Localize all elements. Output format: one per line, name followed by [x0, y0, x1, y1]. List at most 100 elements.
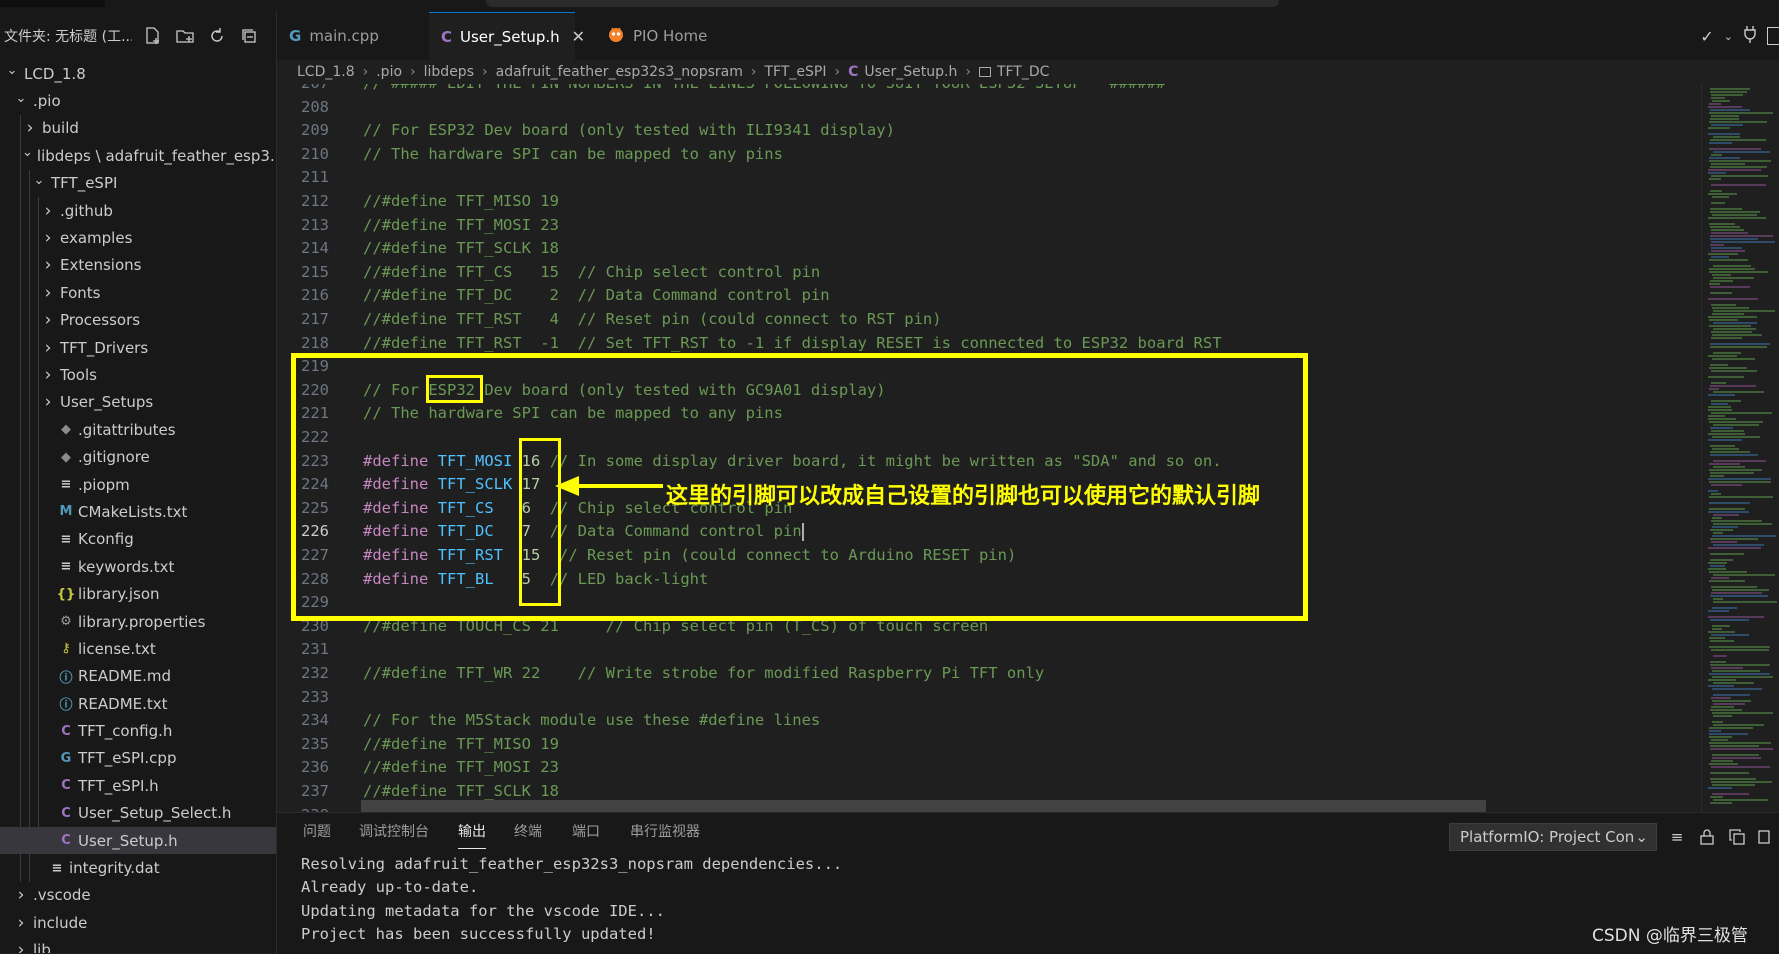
minimap-line [1712, 721, 1723, 723]
tree-item[interactable]: ⌄ LCD_1.8 [0, 60, 276, 87]
breadcrumb-item[interactable]: adafruit_feather_esp32s3_nopsram [496, 64, 743, 80]
breadcrumb-item[interactable]: libdeps [424, 64, 474, 80]
code-token: // The hardware SPI can be mapped to any… [363, 144, 783, 163]
tree-item[interactable]: ⓘ README.md [0, 662, 276, 690]
tree-item[interactable]: C TFT_eSPI.h [0, 772, 276, 800]
indent-guide [20, 799, 21, 827]
code-text: // For the M5Stack module use these #def… [363, 709, 820, 733]
chevron-down-icon[interactable]: ⌄ [1724, 30, 1733, 43]
indent-guide [29, 443, 30, 471]
indent-guide [20, 196, 21, 225]
breadcrumb: LCD_1.8 › .pio › libdeps › adafruit_feat… [277, 60, 1779, 84]
check-icon[interactable]: ✓ [1700, 27, 1713, 46]
tree-item[interactable]: › User_Setups [0, 388, 276, 417]
minimap-line [1711, 484, 1742, 486]
minimap-line [1712, 358, 1755, 360]
tree-item[interactable]: › Processors [0, 306, 276, 334]
tree-item[interactable]: › Extensions [0, 251, 276, 280]
c-header-file-icon: C [61, 805, 71, 821]
output-channel-select[interactable]: PlatformIO: Project Con ⌄ [1449, 823, 1657, 851]
tree-item[interactable]: ⚙ library.properties [0, 607, 276, 636]
minimap-line [1709, 571, 1747, 573]
indent-guide [38, 772, 39, 800]
breadcrumb-item[interactable]: User_Setup.h [864, 64, 957, 80]
collapse-all-icon[interactable] [238, 25, 260, 47]
indent-guide [29, 607, 30, 636]
minimap-line [1710, 88, 1750, 90]
breadcrumb-item[interactable]: .pio [376, 64, 402, 80]
tree-item[interactable]: M CMakeLists.txt [0, 498, 276, 526]
indent-guide [20, 279, 21, 307]
indent-guide [20, 361, 21, 389]
clear-output-icon[interactable] [1755, 827, 1775, 847]
tree-item[interactable]: ≡ Kconfig [0, 525, 276, 554]
output-line: Resolving adafruit_feather_esp32s3_nopsr… [301, 855, 843, 873]
tree-item[interactable]: ⌄ .pio [0, 87, 276, 114]
copy-icon[interactable] [1727, 827, 1747, 847]
tree-item[interactable]: › lib [0, 937, 276, 953]
tree-item[interactable]: › .github [0, 196, 276, 225]
panel-tab-terminal[interactable]: 终端 [514, 813, 542, 849]
line-number: 217 [301, 310, 329, 328]
panel-tab-debug-console[interactable]: 调试控制台 [359, 813, 429, 849]
tree-item[interactable]: C User_Setup.h [0, 826, 276, 855]
tree-item[interactable]: › .vscode [0, 882, 276, 909]
list-filter-icon[interactable]: ≡ [1667, 827, 1687, 847]
panel-tab-problems[interactable]: 问题 [303, 813, 331, 849]
breadcrumb-item[interactable]: TFT_DC [997, 64, 1049, 80]
panel-tab-serial-monitor[interactable]: 串行监视器 [630, 813, 700, 849]
breadcrumb-item[interactable]: LCD_1.8 [297, 64, 355, 80]
minimap-line [1713, 265, 1751, 267]
refresh-icon[interactable] [206, 25, 228, 47]
tree-item[interactable]: ⌄ libdeps \ adafruit_feather_esp3... [0, 142, 276, 170]
command-center[interactable] [486, 0, 1279, 7]
panel-tab-ports[interactable]: 端口 [572, 813, 600, 849]
close-icon[interactable]: ✕ [572, 27, 585, 46]
indent-guide [38, 279, 39, 307]
minimap-line [1711, 667, 1743, 669]
new-folder-icon[interactable] [174, 25, 196, 47]
tree-item[interactable]: C User_Setup_Select.h [0, 799, 276, 827]
tree-item[interactable]: ≡ integrity.dat [0, 854, 276, 882]
minimap-line [1711, 766, 1770, 768]
tree-item[interactable]: ⌄ TFT_eSPI [0, 169, 276, 197]
plug-icon[interactable] [1743, 25, 1757, 47]
breadcrumb-item[interactable]: TFT_eSPI [764, 64, 826, 80]
minimap-line [1713, 466, 1745, 468]
tree-item[interactable]: {} library.json [0, 580, 276, 608]
minimap-line [1710, 529, 1733, 531]
tree-item[interactable]: ≡ .piopm [0, 470, 276, 499]
minimap-line [1709, 730, 1721, 732]
tree-item[interactable]: ◆ .gitignore [0, 443, 276, 471]
tree-item[interactable]: ⓘ README.txt [0, 689, 276, 718]
tree-item[interactable]: › examples [0, 224, 276, 252]
indent-guide [29, 224, 30, 252]
panel-tab-output[interactable]: 输出 [458, 813, 486, 849]
minimap-line [1713, 715, 1732, 717]
tab-main-cpp[interactable]: G main.cpp [277, 12, 431, 60]
minimap-line [1709, 463, 1740, 465]
output-channel-value: PlatformIO: Project Con [1460, 828, 1635, 846]
tree-item[interactable]: ◆ .gitattributes [0, 416, 276, 444]
tree-item[interactable]: › build [0, 114, 276, 143]
indent-guide [38, 251, 39, 280]
minimap[interactable] [1701, 84, 1779, 812]
minimap-line [1709, 271, 1768, 273]
tree-item[interactable]: › TFT_Drivers [0, 333, 276, 362]
tree-item[interactable]: C TFT_config.h [0, 717, 276, 745]
lock-icon[interactable] [1697, 827, 1717, 847]
tree-item[interactable]: › include [0, 909, 276, 936]
tab-user-setup-h[interactable]: C User_Setup.h ✕ [429, 12, 585, 60]
minimap-line [1711, 781, 1772, 783]
minimap-line [1708, 568, 1726, 570]
tree-item[interactable]: ≡ keywords.txt [0, 553, 276, 581]
minimap-line [1709, 646, 1770, 648]
chevron-right-icon: › [17, 940, 25, 953]
new-file-icon[interactable] [142, 25, 164, 47]
tree-item[interactable]: ⚷ license.txt [0, 635, 276, 663]
split-editor-icon[interactable] [1767, 27, 1779, 45]
tree-item[interactable]: › Fonts [0, 279, 276, 307]
tree-item[interactable]: G TFT_eSPI.cpp [0, 744, 276, 773]
tab-pio-home[interactable]: PIO Home [595, 12, 749, 60]
tree-item[interactable]: › Tools [0, 361, 276, 389]
